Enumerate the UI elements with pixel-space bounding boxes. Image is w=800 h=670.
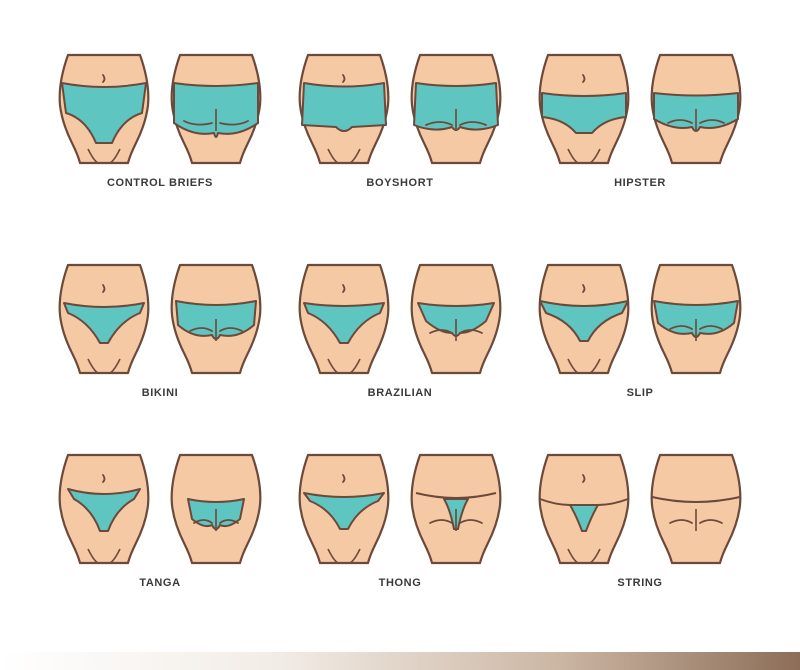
back-view-bikini xyxy=(170,263,262,375)
label-brazilian: BRAZILIAN xyxy=(367,387,433,399)
thong-icon xyxy=(298,453,502,565)
front-view-thong xyxy=(298,453,390,565)
label-string: STRING xyxy=(617,577,663,589)
style-cell-boyshort: BOYSHORT xyxy=(280,45,520,235)
style-cell-brazilian: BRAZILIAN xyxy=(280,255,520,445)
back-view-boyshort xyxy=(410,53,502,165)
style-cell-string: STRING xyxy=(520,445,760,635)
front-view-hipster xyxy=(538,53,630,165)
back-view-control-briefs xyxy=(170,53,262,165)
back-view-slip xyxy=(650,263,742,375)
label-control-briefs: CONTROL BRIEFS xyxy=(107,177,213,189)
style-cell-slip: SLIP xyxy=(520,255,760,445)
style-cell-hipster: HIPSTER xyxy=(520,45,760,235)
back-view-brazilian xyxy=(410,263,502,375)
label-hipster: HIPSTER xyxy=(614,177,666,189)
style-cell-control-briefs: CONTROL BRIEFS xyxy=(40,45,280,235)
style-cell-tanga: TANGA xyxy=(40,445,280,635)
back-view-tanga xyxy=(170,453,262,565)
front-view-bikini xyxy=(58,263,150,375)
control-briefs-icon xyxy=(58,53,262,165)
slip-icon xyxy=(538,263,742,375)
label-bikini: BIKINI xyxy=(141,387,179,399)
boyshort-icon xyxy=(298,53,502,165)
front-view-tanga xyxy=(58,453,150,565)
label-thong: THONG xyxy=(378,577,422,589)
style-cell-bikini: BIKINI xyxy=(40,255,280,445)
front-view-string xyxy=(538,453,630,565)
tanga-icon xyxy=(58,453,262,565)
bikini-icon xyxy=(58,263,262,375)
brazilian-icon xyxy=(298,263,502,375)
back-view-thong xyxy=(410,453,502,565)
style-cell-thong: THONG xyxy=(280,445,520,635)
string-icon xyxy=(538,453,742,565)
label-boyshort: BOYSHORT xyxy=(366,177,434,189)
hipster-icon xyxy=(538,53,742,165)
front-view-boyshort xyxy=(298,53,390,165)
front-view-brazilian xyxy=(298,263,390,375)
back-view-hipster xyxy=(650,53,742,165)
label-tanga: TANGA xyxy=(139,577,181,589)
garment-front xyxy=(301,82,387,132)
front-view-control-briefs xyxy=(58,53,150,165)
label-slip: SLIP xyxy=(626,387,654,399)
front-view-slip xyxy=(538,263,630,375)
footer-gradient-bar xyxy=(0,652,800,670)
back-view-string xyxy=(650,453,742,565)
